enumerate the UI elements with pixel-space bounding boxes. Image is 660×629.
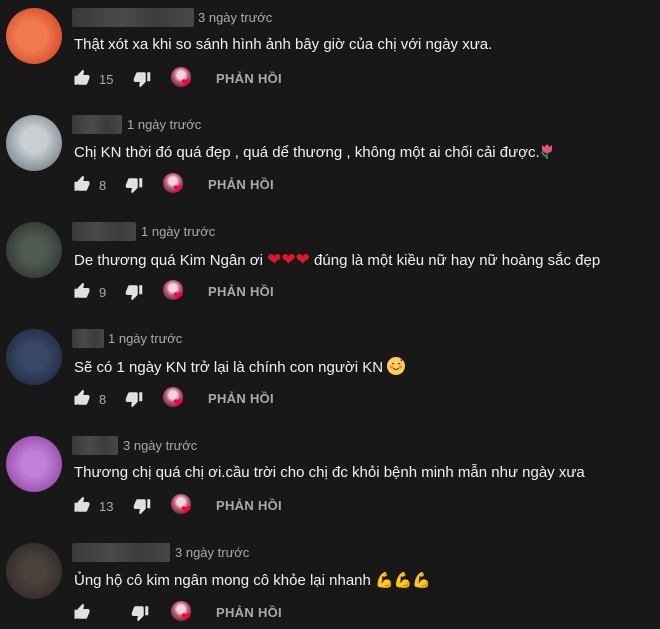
- comment-text-body: Ủng hộ cô kim ngân mong cô khỏe lại nhan…: [74, 572, 376, 589]
- svg-text:♥: ♥: [400, 358, 403, 364]
- creator-heart-badge: ❤: [171, 67, 195, 91]
- creator-heart-badge: ❤: [171, 601, 195, 625]
- author-name-blurred[interactable]: [72, 543, 170, 562]
- reply-button[interactable]: PHẢN HỒI: [208, 284, 274, 299]
- author-name-blurred[interactable]: [72, 436, 118, 455]
- thumbs-up-icon[interactable]: [73, 389, 91, 407]
- comment-text: Ủng hộ cô kim ngân mong cô khỏe lại nhan…: [74, 571, 431, 589]
- flexed-biceps-icon: 💪: [412, 572, 432, 589]
- thumbs-up-icon[interactable]: [73, 69, 91, 87]
- red-heart-icon: ❤: [281, 250, 296, 269]
- tulip-icon: [540, 144, 552, 159]
- thumbs-up-icon[interactable]: [73, 282, 91, 300]
- creator-heart-badge: ❤: [171, 494, 195, 518]
- comment-text: Sẽ có 1 ngày KN trở lại là chính con ngư…: [74, 357, 406, 376]
- comment-text-body: De thương quá Kim Ngân ơi: [74, 252, 268, 269]
- comment-timestamp[interactable]: 3 ngày trước: [123, 438, 197, 453]
- comment-item: 1 ngày trước Sẽ có 1 ngày KN trở lại là …: [0, 321, 660, 428]
- comment-text: De thương quá Kim Ngân ơi ❤❤❤ đúng là mộ…: [74, 250, 600, 270]
- reply-button[interactable]: PHẢN HỒI: [208, 177, 274, 192]
- comment-timestamp[interactable]: 1 ngày trước: [108, 331, 182, 346]
- reply-button[interactable]: PHẢN HỒI: [208, 391, 274, 406]
- comment-timestamp[interactable]: 1 ngày trước: [127, 117, 201, 132]
- reply-button[interactable]: PHẢN HỒI: [216, 498, 282, 513]
- author-name-blurred[interactable]: [72, 222, 136, 241]
- comment-actions: 8 ❤ PHẢN HỒI: [73, 173, 373, 197]
- comment-item: 1 ngày trước Chị KN thời đó quá đẹp , qu…: [0, 107, 660, 214]
- comment-item: 1 ngày trước De thương quá Kim Ngân ơi ❤…: [0, 214, 660, 321]
- creator-heart-badge: ❤: [163, 280, 187, 304]
- avatar[interactable]: [6, 436, 62, 492]
- thumbs-down-icon[interactable]: [133, 70, 151, 88]
- comment-item: 3 ngày trước Ủng hộ cô kim ngân mong cô …: [0, 535, 660, 629]
- red-heart-icon: ❤: [295, 250, 310, 269]
- flexed-biceps-icon: 💪: [375, 572, 394, 589]
- reply-button[interactable]: PHẢN HỒI: [216, 605, 282, 620]
- flexed-biceps-icon: 💪: [393, 572, 413, 589]
- author-name-blurred[interactable]: [72, 8, 194, 27]
- comment-text: Thật xót xa khi so sánh hình ảnh bây giờ…: [74, 36, 493, 53]
- like-count: 13: [99, 499, 114, 514]
- like-count: 8: [99, 178, 107, 193]
- avatar[interactable]: [6, 8, 62, 64]
- comment-text: Thương chị quá chị ơi.cầu trời cho chị đ…: [74, 464, 585, 481]
- like-count: 15: [99, 72, 114, 87]
- author-name-blurred[interactable]: [72, 329, 104, 348]
- comment-item: 3 ngày trước Thương chị quá chị ơi.cầu t…: [0, 428, 660, 535]
- avatar[interactable]: [6, 543, 62, 599]
- like-count: 8: [99, 392, 107, 407]
- comment-actions: 15 ❤ PHẢN HỒI: [73, 67, 373, 91]
- reply-button[interactable]: PHẢN HỒI: [216, 71, 282, 86]
- comment-actions: 9 ❤ PHẢN HỒI: [73, 280, 373, 304]
- thumbs-down-icon[interactable]: [131, 604, 149, 622]
- thumbs-down-icon[interactable]: [125, 283, 143, 301]
- thumbs-down-icon[interactable]: [125, 176, 143, 194]
- comment-text: Chị KN thời đó quá đẹp , quá dể thương ,…: [74, 143, 554, 161]
- comment-item: 3 ngày trước Thật xót xa khi so sánh hìn…: [0, 0, 660, 107]
- author-name-blurred[interactable]: [72, 115, 122, 134]
- smiling-face-with-hearts-icon: ♥: [387, 357, 406, 375]
- comment-text-body: Sẽ có 1 ngày KN trở lại là chính con ngư…: [74, 359, 388, 376]
- comment-actions: 8 ❤ PHẢN HỒI: [73, 387, 373, 411]
- thumbs-up-icon[interactable]: [73, 603, 91, 621]
- avatar[interactable]: [6, 115, 62, 171]
- avatar[interactable]: [6, 222, 62, 278]
- avatar[interactable]: [6, 329, 62, 385]
- creator-heart-badge: ❤: [163, 387, 187, 411]
- thumbs-down-icon[interactable]: [125, 390, 143, 408]
- comment-actions: 13 ❤ PHẢN HỒI: [73, 494, 373, 518]
- comment-text-body: Chị KN thời đó quá đẹp , quá dể thương ,…: [74, 144, 540, 161]
- like-count: 9: [99, 285, 107, 300]
- comment-timestamp[interactable]: 3 ngày trước: [175, 545, 249, 560]
- red-heart-icon: ❤: [267, 250, 282, 269]
- comment-timestamp[interactable]: 3 ngày trước: [198, 10, 272, 25]
- creator-heart-badge: ❤: [163, 173, 187, 197]
- thumbs-up-icon[interactable]: [73, 175, 91, 193]
- comment-actions: ❤ PHẢN HỒI: [73, 601, 373, 625]
- thumbs-down-icon[interactable]: [133, 497, 151, 515]
- comment-timestamp[interactable]: 1 ngày trước: [141, 224, 215, 239]
- comment-text-body: đúng là một kiều nữ hay nữ hoàng sắc đẹp: [309, 252, 601, 269]
- thumbs-up-icon[interactable]: [73, 496, 91, 514]
